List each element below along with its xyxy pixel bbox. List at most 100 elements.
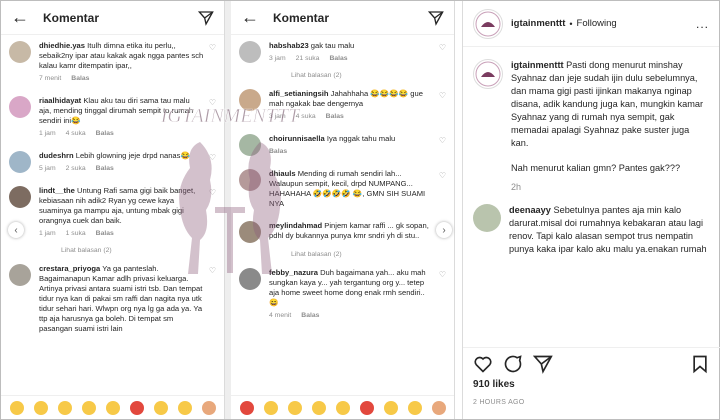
- comment-time: 1 jam: [39, 130, 56, 137]
- view-replies-link[interactable]: Lihat balasan (2): [1, 245, 224, 258]
- comment-text: Ya ga panteslah. Bagaimanapun Kamar adlh…: [39, 264, 203, 333]
- post-panel: igtainmenttt • Following ... igtainmentt…: [462, 1, 720, 419]
- emoji-button[interactable]: [288, 400, 302, 415]
- middle-comment-list: habshab23 gak tau malu 3 jam 21 suka Balas…: [231, 35, 454, 327]
- bookmark-icon[interactable]: [690, 354, 710, 374]
- list-item: dhiedhie.yas Itulh dimna etika itu perlu…: [1, 35, 224, 90]
- reply-link[interactable]: Balas: [329, 55, 347, 62]
- comment-likes[interactable]: 1 suka: [66, 230, 86, 237]
- following-button[interactable]: Following: [577, 18, 617, 29]
- emoji-button[interactable]: [432, 400, 446, 415]
- heart-icon[interactable]: ♡: [439, 43, 446, 52]
- account-avatar[interactable]: [473, 59, 503, 89]
- next-arrow-icon[interactable]: ›: [436, 222, 452, 238]
- account-username[interactable]: igtainmenttt: [511, 18, 565, 29]
- heart-icon[interactable]: ♡: [209, 98, 216, 107]
- back-arrow-icon[interactable]: ←: [11, 7, 35, 28]
- likes-count[interactable]: 910 likes: [473, 379, 515, 390]
- avatar[interactable]: [239, 268, 261, 290]
- comment-username[interactable]: febby_nazura: [269, 268, 318, 277]
- comment-username[interactable]: dhiauls: [269, 169, 296, 178]
- reply-link[interactable]: Balas: [269, 148, 287, 155]
- comment-username[interactable]: meylindahmad: [269, 221, 322, 230]
- comment-likes[interactable]: 4 suka: [66, 130, 86, 137]
- comment-icon[interactable]: [503, 354, 523, 374]
- comment-text: Iya nggak tahu malu: [326, 134, 396, 143]
- comment-likes[interactable]: 21 suka: [296, 55, 320, 62]
- emoji-button[interactable]: [336, 400, 350, 415]
- emoji-button[interactable]: [154, 400, 168, 415]
- comment-username[interactable]: alfi_setianingsih: [269, 89, 329, 98]
- share-icon[interactable]: [533, 354, 553, 374]
- comment-username[interactable]: riaalhidayat: [39, 96, 81, 105]
- emoji-button[interactable]: [178, 400, 192, 415]
- heart-icon[interactable]: [473, 354, 493, 374]
- reply-link[interactable]: Balas: [96, 165, 114, 172]
- avatar[interactable]: [9, 264, 31, 286]
- account-avatar[interactable]: [473, 8, 503, 39]
- emoji-button[interactable]: [264, 400, 278, 415]
- back-arrow-icon[interactable]: ←: [241, 7, 265, 28]
- comment-likes[interactable]: 4 suka: [296, 113, 316, 120]
- emoji-button[interactable]: [384, 400, 398, 415]
- emoji-button[interactable]: [10, 400, 24, 415]
- heart-icon[interactable]: ♡: [209, 266, 216, 275]
- reply-link[interactable]: Balas: [96, 230, 114, 237]
- list-item: riaalhidayat Klau aku tau diri sama tau …: [1, 90, 224, 145]
- avatar[interactable]: [239, 134, 261, 156]
- post-header: igtainmenttt • Following ...: [463, 1, 719, 47]
- emoji-button[interactable]: [360, 400, 374, 415]
- list-item: deenaayy Sebetulnya pantes aja min kalo …: [463, 194, 719, 256]
- comment-time: 4 menit: [269, 312, 292, 319]
- heart-icon[interactable]: ♡: [439, 91, 446, 100]
- middle-title: Komentar: [273, 10, 330, 25]
- send-icon[interactable]: [198, 10, 214, 26]
- emoji-button[interactable]: [312, 400, 326, 415]
- prev-arrow-icon[interactable]: ‹: [8, 222, 24, 238]
- comment-username[interactable]: crestara_priyoga: [39, 264, 100, 273]
- logo-icon: [475, 61, 501, 87]
- emoji-button[interactable]: [58, 400, 72, 415]
- emoji-button[interactable]: [82, 400, 96, 415]
- comment-username[interactable]: dhiedhie.yas: [39, 41, 85, 50]
- send-icon[interactable]: [428, 10, 444, 26]
- reply-link[interactable]: Balas: [71, 75, 89, 82]
- avatar[interactable]: [239, 221, 261, 243]
- view-replies-link[interactable]: Lihat balasan (2): [231, 70, 454, 83]
- comment-username[interactable]: dudeshrn: [39, 151, 74, 160]
- heart-icon[interactable]: ♡: [209, 43, 216, 52]
- emoji-button[interactable]: [240, 400, 254, 415]
- heart-icon[interactable]: ♡: [209, 153, 216, 162]
- heart-icon[interactable]: ♡: [439, 136, 446, 145]
- avatar[interactable]: [9, 41, 31, 63]
- heart-icon[interactable]: ♡: [439, 171, 446, 180]
- comment-time: 5 jam: [39, 165, 56, 172]
- emoji-button[interactable]: [34, 400, 48, 415]
- emoji-button[interactable]: [408, 400, 422, 415]
- emoji-button[interactable]: [130, 400, 144, 415]
- comment-username[interactable]: deenaayy: [509, 205, 551, 215]
- emoji-button[interactable]: [106, 400, 120, 415]
- left-header: ← Komentar: [1, 1, 224, 35]
- reply-link[interactable]: Balas: [326, 113, 344, 120]
- reply-link[interactable]: Balas: [301, 312, 319, 319]
- heart-icon[interactable]: ♡: [209, 188, 216, 197]
- caption-username[interactable]: igtainmenttt: [511, 60, 564, 70]
- view-replies-link[interactable]: Lihat balasan (2): [231, 249, 454, 262]
- emoji-button[interactable]: [202, 400, 216, 415]
- avatar[interactable]: [9, 151, 31, 173]
- comment-username[interactable]: habshab23: [269, 41, 309, 50]
- avatar[interactable]: [239, 89, 261, 111]
- reply-link[interactable]: Balas: [96, 130, 114, 137]
- more-options-icon[interactable]: ...: [696, 17, 709, 31]
- comment-username[interactable]: lindt__the: [39, 186, 75, 195]
- avatar[interactable]: [9, 96, 31, 118]
- heart-icon[interactable]: ♡: [439, 270, 446, 279]
- avatar[interactable]: [473, 204, 501, 232]
- avatar[interactable]: [9, 186, 31, 208]
- left-comment-list: dhiedhie.yas Itulh dimna etika itu perlu…: [1, 35, 224, 340]
- avatar[interactable]: [239, 41, 261, 63]
- comment-username[interactable]: choirunnisaella: [269, 134, 325, 143]
- avatar[interactable]: [239, 169, 261, 191]
- comment-likes[interactable]: 2 suka: [66, 165, 86, 172]
